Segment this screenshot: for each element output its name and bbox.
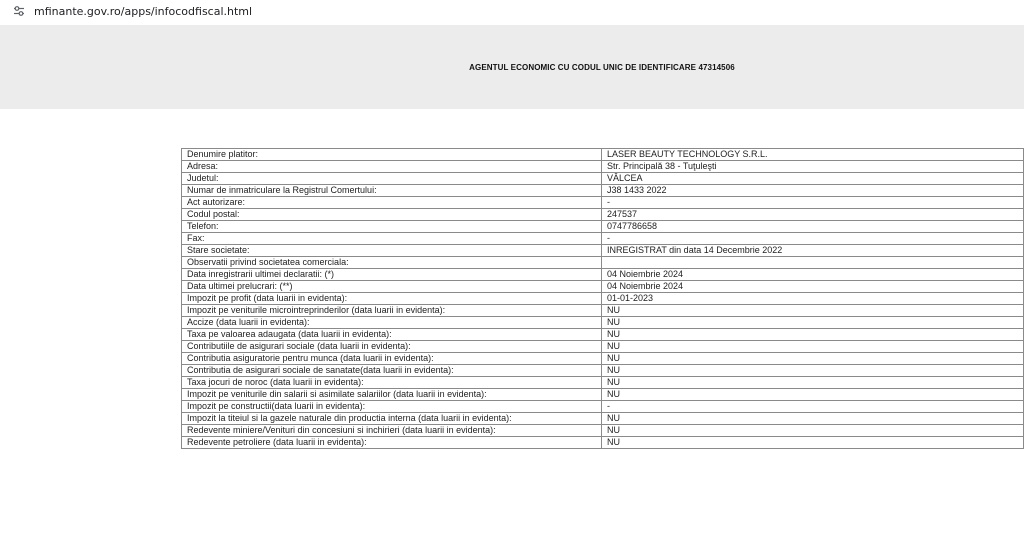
table-row: Redevente petroliere (data luarii in evi…	[181, 436, 1024, 449]
field-value: -	[601, 232, 1024, 245]
field-value: NU	[601, 436, 1024, 449]
field-value	[601, 256, 1024, 269]
page-header: AGENTUL ECONOMIC CU CODUL UNIC DE IDENTI…	[0, 25, 1024, 109]
field-label: Contributia asiguratorie pentru munca (d…	[181, 352, 602, 365]
table-row: Telefon: 0747786658	[181, 220, 1024, 233]
field-label: Stare societate:	[181, 244, 602, 257]
field-label: Codul postal:	[181, 208, 602, 221]
field-value: -	[601, 400, 1024, 413]
field-label: Judetul:	[181, 172, 602, 185]
field-value: Str. Principală 38 - Tuţuleşti	[601, 160, 1024, 173]
table-row: Taxa pe valoarea adaugata (data luarii i…	[181, 328, 1024, 341]
field-value: NU	[601, 352, 1024, 365]
table-row: Contributia asiguratorie pentru munca (d…	[181, 352, 1024, 365]
table-row: Contributia de asigurari sociale de sana…	[181, 364, 1024, 377]
table-row: Fax: -	[181, 232, 1024, 245]
field-label: Contributia de asigurari sociale de sana…	[181, 364, 602, 377]
field-label: Observatii privind societatea comerciala…	[181, 256, 602, 269]
field-value: NU	[601, 424, 1024, 437]
field-value: 01-01-2023	[601, 292, 1024, 305]
field-label: Contributiile de asigurari sociale (data…	[181, 340, 602, 353]
field-label: Act autorizare:	[181, 196, 602, 209]
field-value: VÂLCEA	[601, 172, 1024, 185]
field-label: Denumire platitor:	[181, 148, 602, 161]
field-value: NU	[601, 388, 1024, 401]
field-value: NU	[601, 412, 1024, 425]
url-text[interactable]: mfinante.gov.ro/apps/infocodfiscal.html	[34, 5, 252, 18]
tune-icon[interactable]	[12, 4, 26, 18]
field-label: Fax:	[181, 232, 602, 245]
table-row: Data inregistrarii ultimei declaratii: (…	[181, 268, 1024, 281]
field-label: Taxa pe valoarea adaugata (data luarii i…	[181, 328, 602, 341]
table-row: Taxa jocuri de noroc (data luarii in evi…	[181, 376, 1024, 389]
page-title: AGENTUL ECONOMIC CU CODUL UNIC DE IDENTI…	[469, 62, 735, 72]
table-row: Act autorizare: -	[181, 196, 1024, 209]
table-row: Stare societate: INREGISTRAT din data 14 …	[181, 244, 1024, 257]
table-row: Adresa: Str. Principală 38 - Tuţuleşti	[181, 160, 1024, 173]
address-bar[interactable]: mfinante.gov.ro/apps/infocodfiscal.html	[0, 0, 1024, 22]
table-row: Contributiile de asigurari sociale (data…	[181, 340, 1024, 353]
field-label: Adresa:	[181, 160, 602, 173]
field-label: Impozit la titeiul si la gazele naturale…	[181, 412, 602, 425]
field-label: Telefon:	[181, 220, 602, 233]
field-label: Redevente miniere/Venituri din concesiun…	[181, 424, 602, 437]
table-row: Redevente miniere/Venituri din concesiun…	[181, 424, 1024, 437]
field-label: Data inregistrarii ultimei declaratii: (…	[181, 268, 602, 281]
field-value: NU	[601, 316, 1024, 329]
field-value: -	[601, 196, 1024, 209]
field-value: J38 1433 2022	[601, 184, 1024, 197]
table-row: Codul postal: 247537	[181, 208, 1024, 221]
company-info-table: Denumire platitor: LASER BEAUTY TECHNOLOG…	[181, 148, 1024, 449]
table-row: Impozit la titeiul si la gazele naturale…	[181, 412, 1024, 425]
field-value: 04 Noiembrie 2024	[601, 280, 1024, 293]
table-row: Impozit pe veniturile microintreprinderi…	[181, 304, 1024, 317]
field-value: INREGISTRAT din data 14 Decembrie 2022	[601, 244, 1024, 257]
field-label: Accize (data luarii in evidenta):	[181, 316, 602, 329]
field-value: 247537	[601, 208, 1024, 221]
table-row: Numar de inmatriculare la Registrul Come…	[181, 184, 1024, 197]
field-label: Impozit pe veniturile microintreprinderi…	[181, 304, 602, 317]
table-row: Denumire platitor: LASER BEAUTY TECHNOLOG…	[181, 148, 1024, 161]
table-row: Impozit pe constructii(data luarii in ev…	[181, 400, 1024, 413]
table-row: Impozit pe profit (data luarii in eviden…	[181, 292, 1024, 305]
field-label: Redevente petroliere (data luarii in evi…	[181, 436, 602, 449]
field-value: 04 Noiembrie 2024	[601, 268, 1024, 281]
table-row: Impozit pe veniturile din salarii si asi…	[181, 388, 1024, 401]
field-value: NU	[601, 328, 1024, 341]
table-row: Observatii privind societatea comerciala…	[181, 256, 1024, 269]
table-row: Data ultimei prelucrari: (**) 04 Noiembri…	[181, 280, 1024, 293]
field-value: NU	[601, 364, 1024, 377]
field-value: LASER BEAUTY TECHNOLOGY S.R.L.	[601, 148, 1024, 161]
table-row: Accize (data luarii in evidenta): NU	[181, 316, 1024, 329]
field-value: NU	[601, 304, 1024, 317]
field-value: 0747786658	[601, 220, 1024, 233]
field-label: Impozit pe constructii(data luarii in ev…	[181, 400, 602, 413]
field-label: Numar de inmatriculare la Registrul Come…	[181, 184, 602, 197]
field-label: Impozit pe profit (data luarii in eviden…	[181, 292, 602, 305]
field-value: NU	[601, 376, 1024, 389]
field-value: NU	[601, 340, 1024, 353]
table-row: Judetul: VÂLCEA	[181, 172, 1024, 185]
field-label: Taxa jocuri de noroc (data luarii in evi…	[181, 376, 602, 389]
field-label: Impozit pe veniturile din salarii si asi…	[181, 388, 602, 401]
field-label: Data ultimei prelucrari: (**)	[181, 280, 602, 293]
